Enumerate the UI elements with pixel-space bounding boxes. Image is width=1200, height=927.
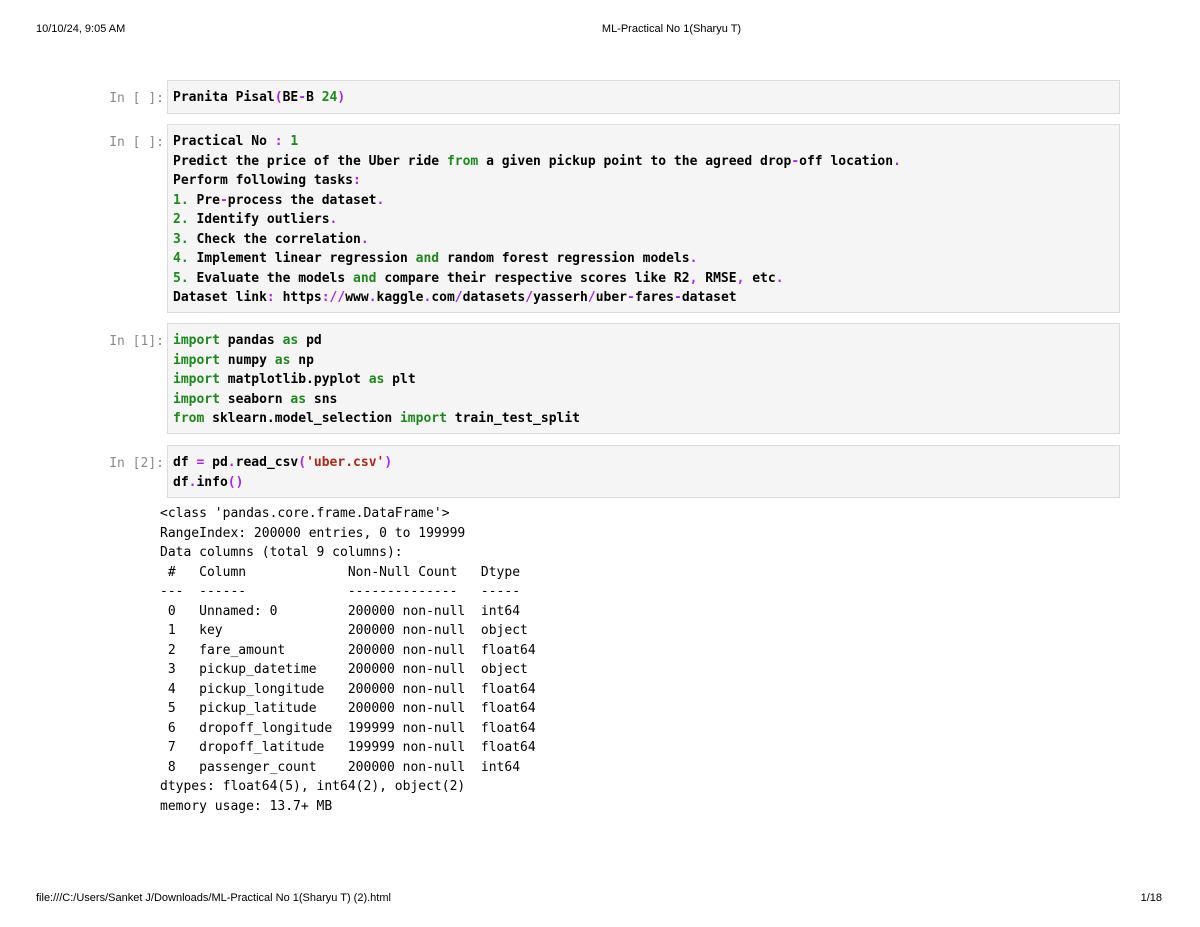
code-line: df = pd.read_csv('uber.csv')	[173, 455, 393, 470]
output-line: 6 dropoff_longitude 199999 non-null floa…	[160, 720, 536, 736]
output-line: 5 pickup_latitude 200000 non-null float6…	[160, 701, 536, 716]
print-title: ML-Practical No 1(Sharyu T)	[601, 23, 742, 35]
code-line: Dataset link: https://www.kaggle.com/dat…	[173, 290, 737, 305]
output-line: 7 dropoff_latitude 199999 non-null float…	[160, 740, 536, 755]
code-line: 1. Pre-process the dataset.	[173, 192, 385, 208]
code-line: Predict the price of the Uber ride from …	[173, 153, 901, 169]
output-line: RangeIndex: 200000 entries, 0 to 199999	[160, 525, 466, 541]
output-line: 3 pickup_datetime 200000 non-null object	[160, 662, 528, 677]
code-line: Practical No : 1	[173, 134, 299, 149]
output-line: 4 pickup_longitude 200000 non-null float…	[160, 681, 536, 697]
code-line: from sklearn.model_selection import trai…	[173, 411, 581, 426]
code-line: import numpy as np	[173, 352, 314, 368]
output-line: 8 passenger_count 200000 non-null int64	[160, 759, 521, 775]
code-line: 4. Implement linear regression and rando…	[173, 251, 698, 266]
output-line: <class 'pandas.core.frame.DataFrame'>	[160, 506, 450, 521]
code-line: 2. Identify outliers.	[173, 212, 338, 227]
cell-output: <class 'pandas.core.frame.DataFrame'> Ra…	[160, 504, 536, 816]
code-line: import seaborn as sns	[173, 391, 338, 407]
cell-prompt: In [2]:	[109, 456, 164, 471]
cell-prompt: In [ ]:	[109, 135, 164, 150]
output-line: Data columns (total 9 columns):	[160, 545, 403, 560]
output-line: memory usage: 13.7+ MB	[160, 798, 333, 814]
code-line: Pranita Pisal(BE-B 24)	[173, 90, 346, 105]
output-line: # Column Non-Null Count Dtype	[160, 564, 521, 580]
code-line: 5. Evaluate the models and compare their…	[173, 270, 784, 286]
code-line: Perform following tasks:	[173, 173, 361, 188]
output-line: 1 key 200000 non-null object	[160, 623, 528, 638]
code-line: df.info()	[173, 474, 244, 490]
code-line: 3. Check the correlation.	[173, 231, 369, 247]
cell-input[interactable]: import pandas as pd import numpy as np i…	[167, 323, 1120, 434]
code-line: import pandas as pd	[173, 333, 322, 348]
output-line: --- ------ -------------- -----	[160, 584, 521, 599]
output-line: 2 fare_amount 200000 non-null float64	[160, 642, 536, 658]
cell-input[interactable]: Practical No : 1 Predict the price of th…	[167, 124, 1120, 313]
output-line: dtypes: float64(5), int64(2), object(2)	[160, 779, 466, 794]
cell-input[interactable]: Pranita Pisal(BE-B 24)	[167, 80, 1120, 114]
cell-prompt: In [1]:	[109, 334, 164, 349]
print-file-path: file:///C:/Users/Sanket J/Downloads/ML-P…	[36, 892, 391, 904]
cell-prompt: In [ ]:	[109, 91, 164, 106]
cell-input[interactable]: df = pd.read_csv('uber.csv') df.info()	[167, 445, 1120, 498]
output-line: 0 Unnamed: 0 200000 non-null int64	[160, 603, 521, 619]
page-number: 1/18	[1140, 892, 1162, 904]
code-line: import matplotlib.pyplot as plt	[173, 372, 416, 387]
